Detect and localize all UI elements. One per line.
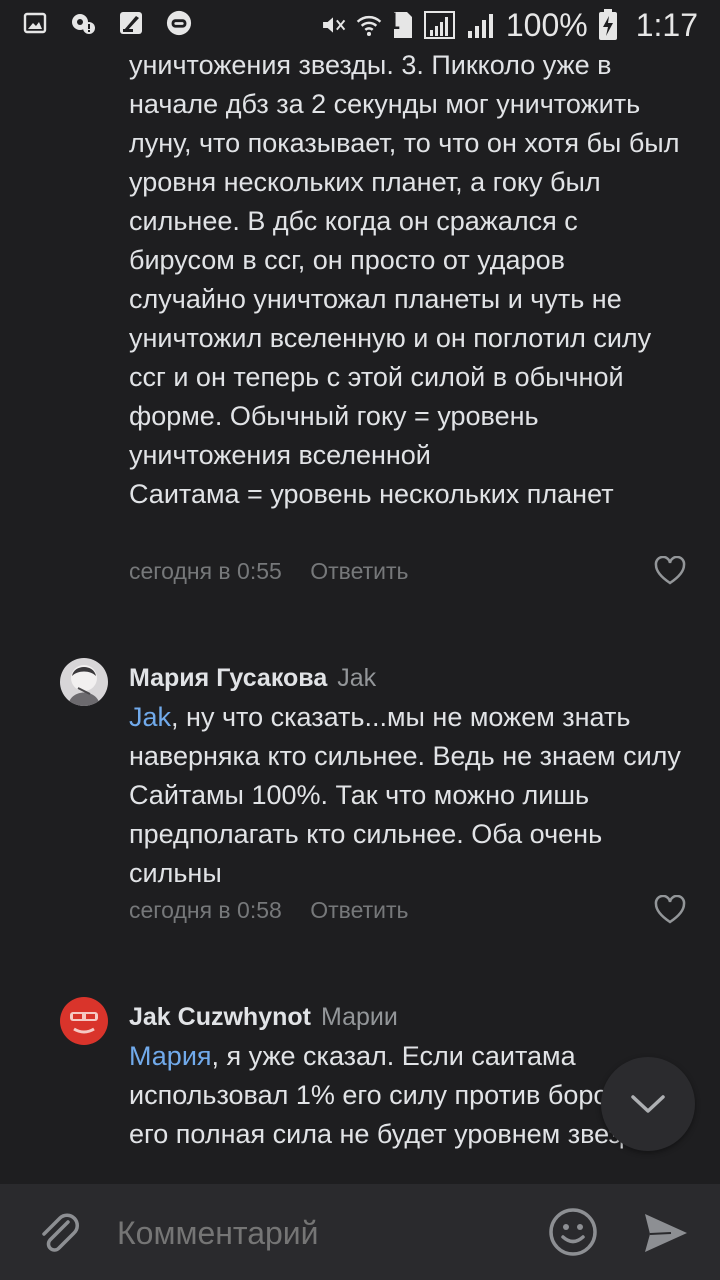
scroll-down-button[interactable] bbox=[601, 1057, 695, 1151]
comment-author[interactable]: Jak Cuzwhynot bbox=[129, 1003, 311, 1031]
comment-body: уничтожения звезды. 3. Пикколо уже в нач… bbox=[129, 50, 680, 470]
clean-app-icon bbox=[118, 10, 144, 36]
signal-icon bbox=[423, 11, 456, 39]
send-icon[interactable] bbox=[641, 1208, 691, 1258]
reply-to-name[interactable]: Jak bbox=[337, 664, 376, 692]
comment-input[interactable] bbox=[115, 1212, 529, 1254]
comment-text: уничтожения звезды. 3. Пикколо уже в нач… bbox=[129, 50, 689, 514]
avatar[interactable] bbox=[60, 658, 108, 706]
reply-button[interactable]: Ответить bbox=[310, 558, 408, 584]
battery-percent: 100% bbox=[505, 7, 588, 43]
emoji-icon[interactable] bbox=[547, 1206, 599, 1258]
location-alert-icon bbox=[70, 10, 96, 36]
comment-meta: сегодня в 0:55 Ответить bbox=[129, 556, 409, 586]
mention-link[interactable]: Мария bbox=[129, 1041, 212, 1071]
avatar[interactable] bbox=[60, 997, 108, 1045]
comment-time: сегодня в 0:55 bbox=[129, 558, 282, 584]
comment-body-extra: Саитама = уровень нескольких планет bbox=[129, 479, 614, 509]
chevron-down-icon bbox=[631, 1095, 665, 1113]
clock: 1:17 bbox=[635, 7, 698, 43]
vk-app-icon bbox=[166, 10, 192, 36]
comments-feed[interactable]: уничтожения звезды. 3. Пикколо уже в нач… bbox=[0, 50, 720, 1184]
attach-icon[interactable] bbox=[32, 1206, 84, 1258]
comment-body: , ну что сказать...мы не можем знать нав… bbox=[129, 702, 681, 888]
comment-header: Мария Гусакова Jak bbox=[129, 662, 376, 694]
comment-time: сегодня в 0:58 bbox=[129, 897, 282, 923]
reply-button[interactable]: Ответить bbox=[310, 897, 408, 923]
comment-meta: сегодня в 0:58 Ответить bbox=[129, 895, 409, 925]
heart-icon[interactable] bbox=[654, 556, 686, 586]
image-icon bbox=[22, 10, 48, 36]
mute-icon bbox=[320, 12, 346, 38]
comment-composer bbox=[0, 1184, 720, 1280]
wifi-icon bbox=[356, 12, 382, 38]
mention-link[interactable]: Jak bbox=[129, 702, 171, 732]
reply-to-name[interactable]: Марии bbox=[321, 1003, 398, 1031]
status-bar: 1 100% 1:17 bbox=[0, 0, 720, 50]
comment-text: Jak, ну что сказать...мы не можем знать … bbox=[129, 698, 689, 893]
signal-icon bbox=[466, 12, 496, 38]
comment-body: , я уже сказал. Если саитама использовал… bbox=[129, 1041, 679, 1149]
battery-charging-icon bbox=[598, 9, 618, 41]
comment-header: Jak Cuzwhynot Марии bbox=[129, 1001, 398, 1033]
sim-badge: 1 bbox=[386, 8, 400, 35]
comment-author[interactable]: Мария Гусакова bbox=[129, 664, 327, 692]
heart-icon[interactable] bbox=[654, 895, 686, 925]
